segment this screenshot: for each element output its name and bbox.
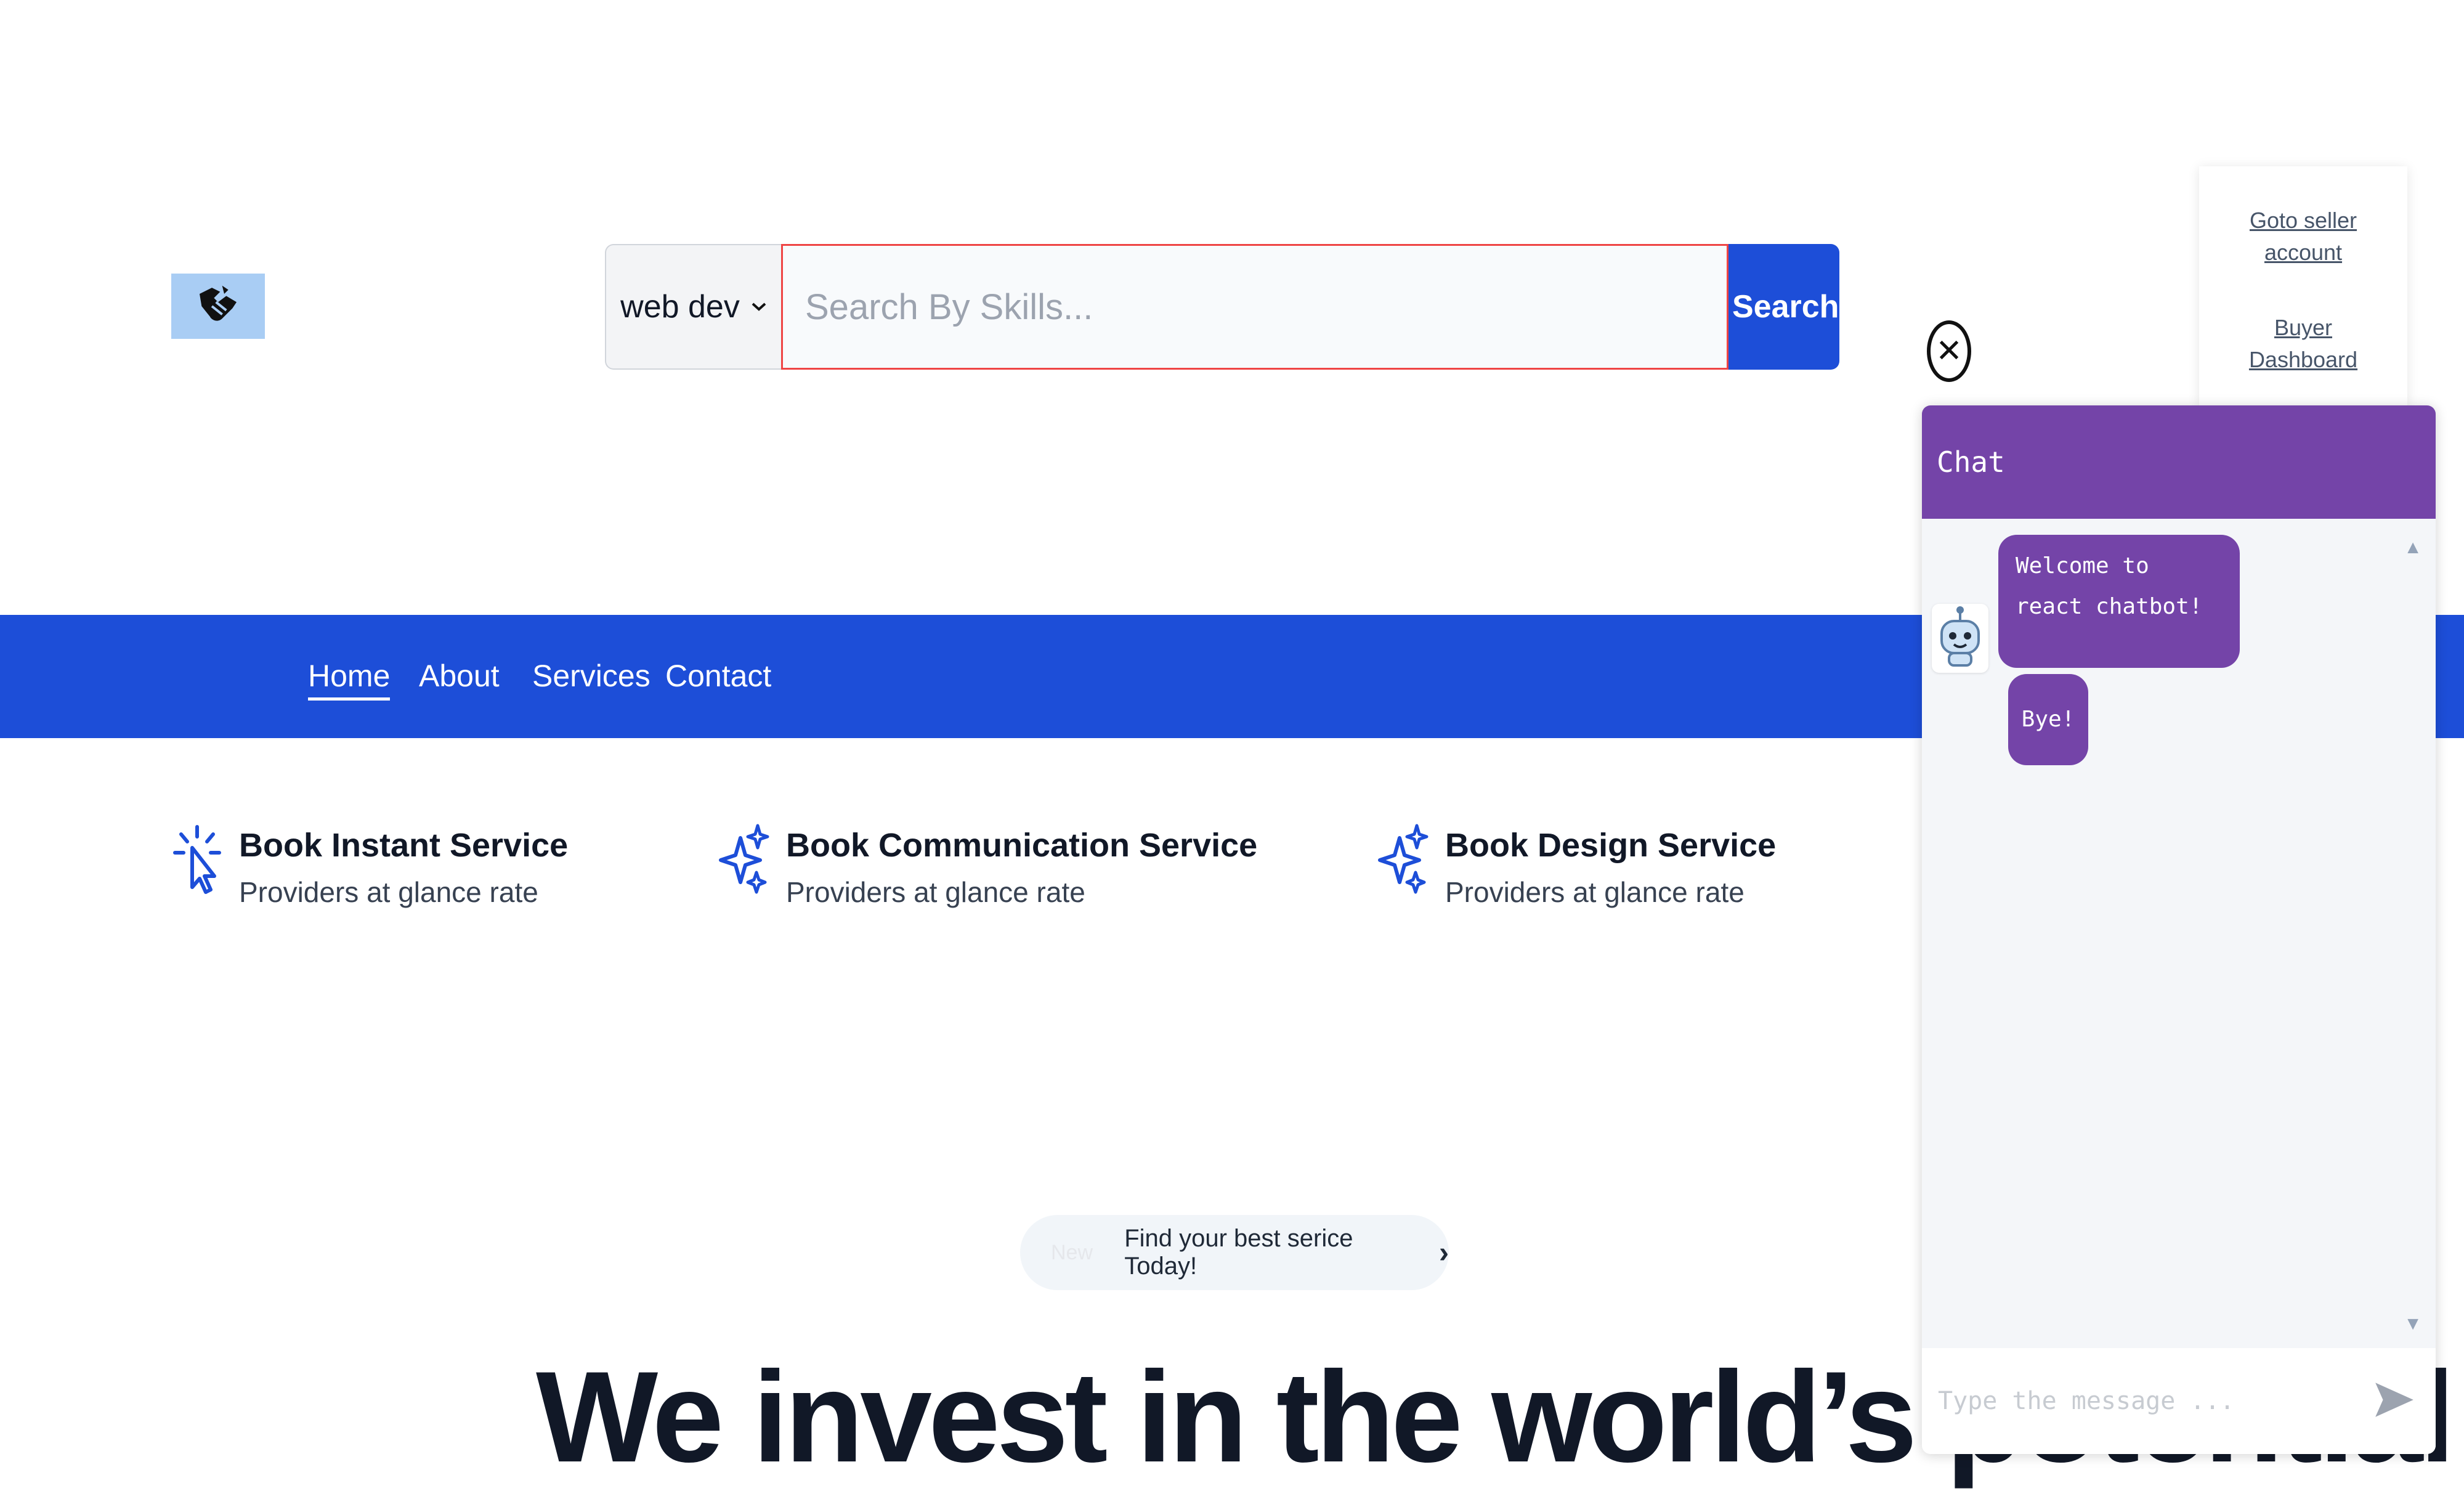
handshake-icon	[200, 285, 237, 321]
robot-icon	[1932, 604, 1988, 673]
close-icon[interactable]: ✕	[1927, 320, 1971, 382]
chat-messages[interactable]: ▲ Welcome to react chatbot! Bye! ▼	[1922, 519, 2436, 1344]
goto-seller-account-link[interactable]: Goto seller account	[2242, 205, 2365, 269]
chat-message-bot: Bye!	[2008, 674, 2088, 765]
chat-title: Chat	[1937, 445, 2005, 479]
new-badge: New	[1051, 1240, 1093, 1264]
chat-message-bot: Welcome to react chatbot!	[1998, 535, 2240, 668]
category-select-value: web dev	[620, 289, 740, 325]
feature-subtitle: Providers at glance rate	[786, 876, 1085, 908]
sparkles-icon	[719, 824, 769, 894]
chat-header: Chat	[1922, 405, 2436, 519]
feature-title: Book Instant Service	[239, 827, 569, 864]
buyer-dashboard-link[interactable]: Buyer Dashboard	[2242, 312, 2365, 376]
sparkles-icon	[1378, 824, 1429, 894]
feature-title: Book Design Service	[1445, 827, 1777, 864]
feature-title: Book Communication Service	[786, 827, 1258, 864]
feature-instant-service[interactable]: Book Instant Service Providers at glance…	[171, 823, 568, 911]
feature-communication-service[interactable]: Book Communication Service Providers at …	[718, 823, 1257, 911]
chatbot-window: Chat ▲ Welcome to react chatbot! Bye! ▼	[1922, 405, 2436, 1454]
chevron-down-icon	[752, 303, 766, 311]
feature-subtitle: Providers at glance rate	[239, 876, 538, 908]
nav-contact[interactable]: Contact	[665, 654, 771, 697]
site-logo[interactable]	[171, 274, 265, 339]
send-icon[interactable]	[2372, 1375, 2417, 1424]
search-bar: web dev Search	[605, 244, 1839, 370]
cursor-click-icon	[173, 825, 221, 894]
announcement-text: Find your best serice Today!	[1124, 1225, 1353, 1280]
search-input[interactable]	[781, 244, 1728, 370]
chevron-right-icon: ›	[1439, 1236, 1449, 1269]
nav-home[interactable]: Home	[308, 654, 391, 701]
announcement-pill[interactable]: New Find your best serice Today! ›	[1020, 1215, 1449, 1290]
feature-design-service[interactable]: Book Design Service Providers at glance …	[1377, 823, 1776, 911]
scroll-down-icon[interactable]: ▼	[2404, 1314, 2422, 1335]
feature-subtitle: Providers at glance rate	[1445, 876, 1745, 908]
account-menu: Goto seller account Buyer Dashboard	[2199, 166, 2407, 407]
chat-message-input[interactable]	[1937, 1373, 2358, 1429]
chat-input-bar	[1922, 1348, 2436, 1454]
nav-services[interactable]: Services	[532, 654, 650, 697]
search-button[interactable]: Search	[1728, 244, 1839, 370]
scroll-up-icon[interactable]: ▲	[2404, 537, 2422, 558]
nav-about[interactable]: About	[419, 654, 500, 697]
category-select[interactable]: web dev	[605, 244, 781, 370]
